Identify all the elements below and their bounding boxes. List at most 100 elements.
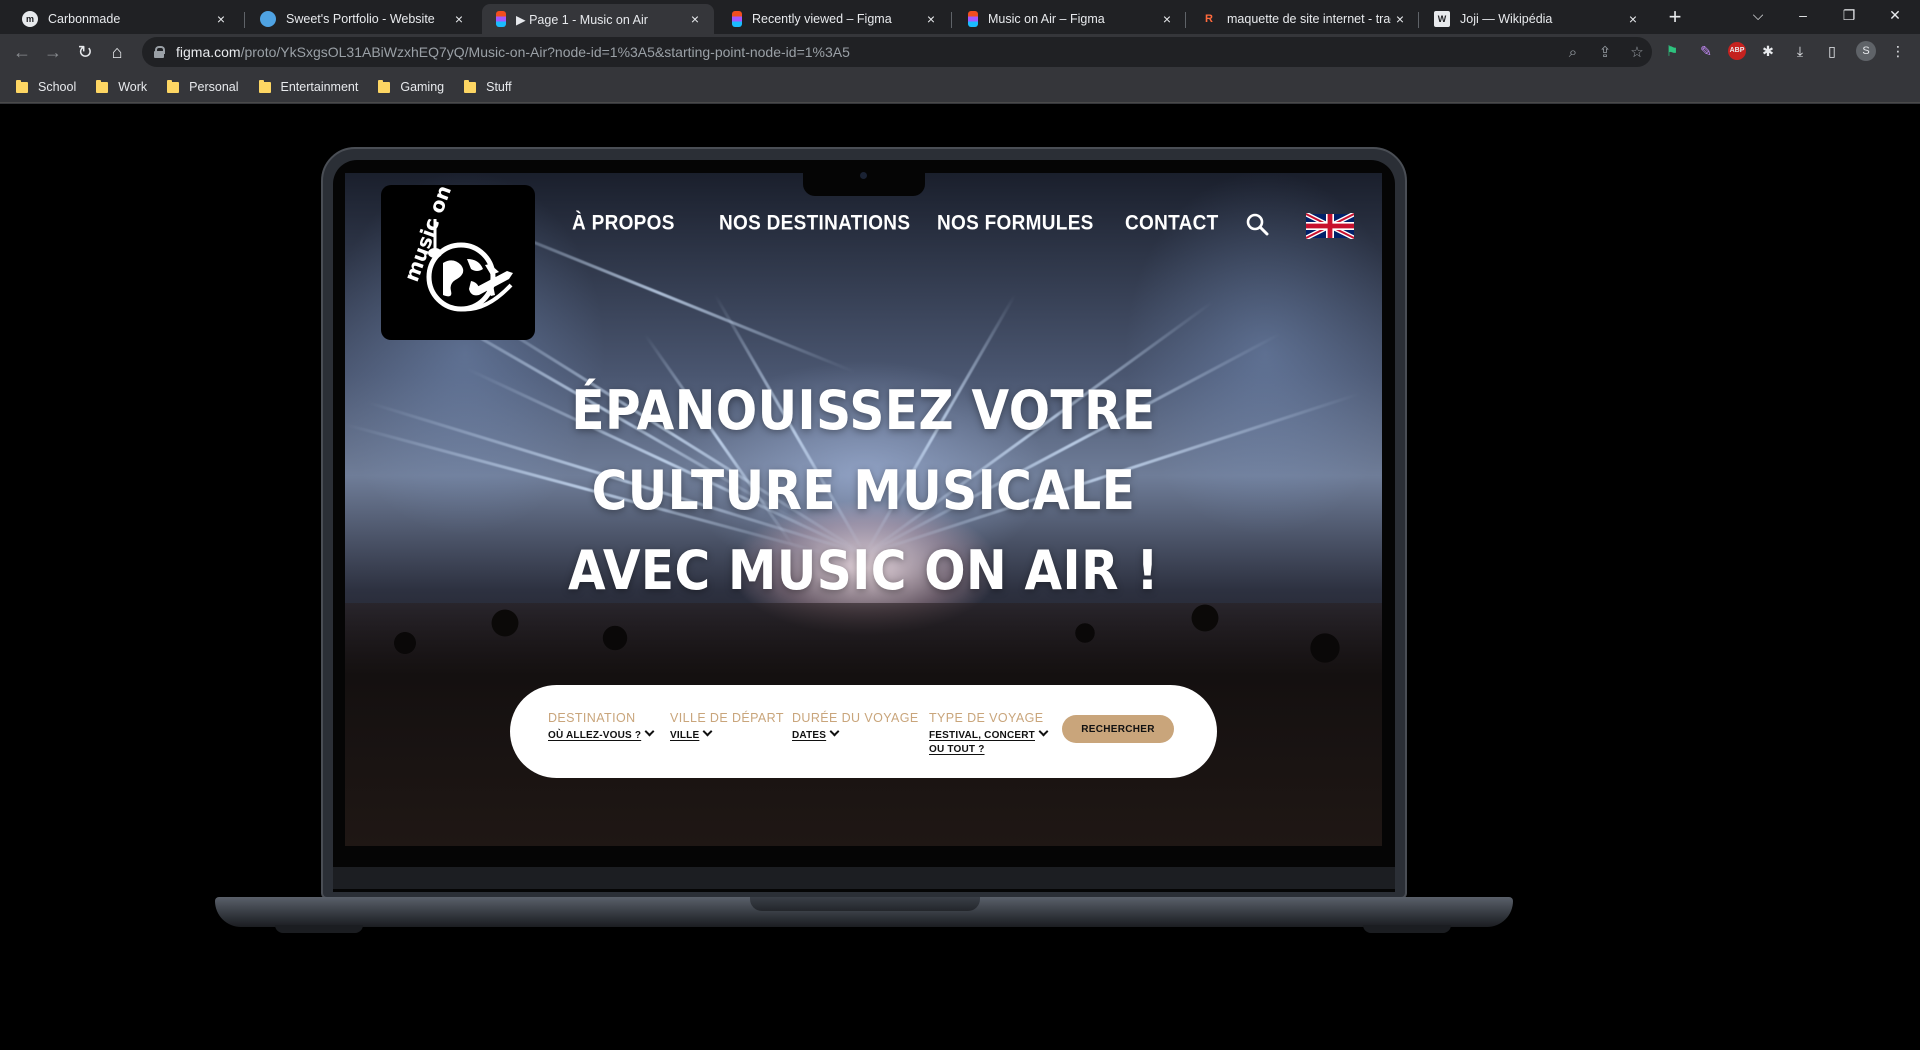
reverso-favicon-icon: R bbox=[1205, 13, 1213, 25]
site-logo[interactable]: music on air bbox=[381, 173, 535, 340]
bookmark-label: Work bbox=[118, 80, 148, 94]
laptop-foot bbox=[1363, 925, 1451, 933]
home-button[interactable]: ⌂ bbox=[103, 38, 131, 66]
tab-page1-music-on-air[interactable]: ▶ Page 1 - Music on Air × bbox=[482, 4, 714, 34]
departure-city-field[interactable]: VILLE DE DÉPART VILLE bbox=[670, 711, 784, 743]
tab-strip: m Carbonmade × Sweet's Portfolio - Websi… bbox=[0, 0, 1920, 34]
figma-favicon-icon bbox=[968, 11, 978, 27]
dates-dropdown[interactable]: DATES bbox=[792, 730, 826, 741]
bookmark-folder-school[interactable]: School bbox=[16, 79, 77, 94]
bookmark-label: Entertainment bbox=[280, 80, 359, 94]
folder-icon bbox=[167, 79, 180, 93]
tab-separator bbox=[951, 12, 952, 28]
chevron-down-icon bbox=[829, 726, 840, 737]
bookmark-star-icon[interactable]: ☆ bbox=[1628, 44, 1646, 62]
hero-line: CULTURE MUSICALE bbox=[591, 459, 1136, 522]
address-bar[interactable]: figma.com/proto/YkSxgsOL31ABiWzxhEQ7yQ/M… bbox=[142, 37, 1652, 67]
wikipedia-favicon-icon: W bbox=[1434, 11, 1450, 27]
back-button[interactable]: ← bbox=[8, 38, 36, 66]
field-value-row: DATES bbox=[792, 726, 919, 743]
tab-recently-viewed-figma[interactable]: Recently viewed – Figma × bbox=[718, 4, 950, 34]
tab-separator bbox=[1185, 12, 1186, 28]
bookmark-folder-work[interactable]: Work bbox=[96, 79, 148, 94]
laptop-opening-notch bbox=[750, 897, 980, 911]
url-path: /proto/YkSxgsOL31ABiWzxhEQ7yQ/Music-on-A… bbox=[240, 44, 850, 60]
tab-joji-wikipedia[interactable]: W Joji — Wikipédia × bbox=[1420, 4, 1652, 34]
bookmark-label: School bbox=[38, 80, 77, 94]
bookmark-label: Stuff bbox=[486, 80, 512, 94]
site-search-icon[interactable] bbox=[1245, 212, 1269, 236]
close-tab-icon[interactable]: × bbox=[1158, 11, 1176, 27]
tab-sweets-portfolio[interactable]: Sweet's Portfolio - Website × bbox=[246, 4, 478, 34]
hero-heading: ÉPANOUISSEZ VOTRE CULTURE MUSICALE AVEC … bbox=[345, 371, 1382, 611]
tab-title: Carbonmade bbox=[48, 12, 121, 26]
close-tab-icon[interactable]: × bbox=[1391, 11, 1409, 27]
bookmark-folder-gaming[interactable]: Gaming bbox=[378, 79, 444, 94]
bookmark-folder-stuff[interactable]: Stuff bbox=[464, 79, 512, 94]
city-dropdown[interactable]: VILLE bbox=[670, 730, 699, 741]
lock-icon bbox=[154, 46, 165, 58]
trip-type-value-line2: OU TOUT ? bbox=[929, 744, 985, 755]
close-tab-icon[interactable]: × bbox=[1624, 11, 1642, 27]
nav-nos-destinations[interactable]: NOS DESTINATIONS bbox=[719, 212, 910, 237]
forward-button[interactable]: → bbox=[39, 38, 67, 66]
close-tab-icon[interactable]: × bbox=[922, 11, 940, 27]
bookmark-folder-entertainment[interactable]: Entertainment bbox=[258, 79, 359, 94]
adblock-extension-icon[interactable]: ABP bbox=[1728, 42, 1746, 60]
chrome-divider bbox=[0, 102, 1920, 103]
extensions-puzzle-icon[interactable]: ✱ bbox=[1758, 41, 1778, 61]
field-label: DESTINATION bbox=[548, 711, 636, 725]
minimize-button[interactable]: – bbox=[1780, 0, 1826, 30]
share-icon[interactable]: ⇪ bbox=[1596, 44, 1614, 62]
destination-dropdown[interactable]: OÙ ALLEZ-VOUS ? bbox=[548, 730, 641, 741]
folder-icon bbox=[464, 79, 477, 93]
folder-icon bbox=[16, 79, 28, 93]
pen-extension-icon[interactable]: ✎ bbox=[1696, 41, 1716, 61]
side-panel-icon[interactable]: ▯ bbox=[1822, 41, 1842, 61]
reload-button[interactable]: ↻ bbox=[71, 38, 99, 66]
tab-maquette-site[interactable]: R maquette de site internet - tradu × bbox=[1187, 4, 1419, 34]
tab-title: Recently viewed – Figma bbox=[752, 12, 892, 26]
chevron-down-icon bbox=[644, 726, 655, 737]
profile-avatar[interactable]: S bbox=[1856, 41, 1876, 61]
more-menu-icon[interactable]: ⋮ bbox=[1888, 41, 1908, 61]
uk-flag-language-icon[interactable] bbox=[1304, 211, 1356, 241]
trip-type-field[interactable]: TYPE DE VOYAGE FESTIVAL, CONCERT OU TOUT… bbox=[929, 711, 1049, 757]
bookmark-folder-personal[interactable]: Personal bbox=[167, 79, 239, 94]
grammarly-extension-icon[interactable]: ⚑ bbox=[1662, 41, 1682, 61]
trip-type-dropdown[interactable]: FESTIVAL, CONCERT bbox=[929, 730, 1035, 741]
tab-search-chevron-icon[interactable]: ⌵ bbox=[1735, 0, 1781, 30]
close-window-button[interactable]: ✕ bbox=[1872, 0, 1918, 30]
tab-separator bbox=[244, 12, 245, 28]
website-screen: music on air À PROPOS NOS DESTINATIONS N… bbox=[345, 173, 1382, 846]
tab-music-on-air-figma[interactable]: Music on Air – Figma × bbox=[954, 4, 1186, 34]
field-value-row: FESTIVAL, CONCERT bbox=[929, 726, 1049, 743]
zoom-icon[interactable]: ⌕ bbox=[1564, 44, 1582, 62]
portfolio-favicon-icon bbox=[260, 11, 276, 27]
trip-duration-field[interactable]: DURÉE DU VOYAGE DATES bbox=[792, 711, 919, 743]
field-label: DURÉE DU VOYAGE bbox=[792, 711, 919, 725]
close-tab-icon[interactable]: × bbox=[450, 11, 468, 27]
folder-icon bbox=[96, 79, 109, 93]
field-label: VILLE DE DÉPART bbox=[670, 711, 784, 725]
close-tab-icon[interactable]: × bbox=[686, 11, 704, 27]
new-tab-button[interactable]: + bbox=[1663, 6, 1687, 30]
destination-field[interactable]: DESTINATION OÙ ALLEZ-VOUS ? bbox=[548, 711, 655, 743]
music-on-air-logo-icon: music on air bbox=[399, 173, 513, 312]
tab-carbonmade[interactable]: m Carbonmade × bbox=[8, 4, 240, 34]
trip-search-bar: DESTINATION OÙ ALLEZ-VOUS ? VILLE DE DÉP… bbox=[510, 685, 1217, 778]
field-value-row: OÙ ALLEZ-VOUS ? bbox=[548, 726, 655, 743]
bookmarks-bar: School Work Personal Entertainment Gamin… bbox=[0, 71, 516, 103]
close-tab-icon[interactable]: × bbox=[212, 11, 230, 27]
field-label: TYPE DE VOYAGE bbox=[929, 711, 1044, 725]
rechercher-button[interactable]: RECHERCHER bbox=[1062, 715, 1174, 743]
laptop-foot bbox=[275, 925, 363, 933]
browser-toolbar: ← → ↻ ⌂ figma.com/proto/YkSxgsOL31ABiWzx… bbox=[0, 34, 1920, 104]
nav-contact[interactable]: CONTACT bbox=[1125, 212, 1219, 237]
download-icon[interactable]: ⤓ bbox=[1790, 41, 1810, 61]
hero-line: ÉPANOUISSEZ VOTRE bbox=[571, 379, 1156, 442]
nav-nos-formules[interactable]: NOS FORMULES bbox=[937, 212, 1094, 237]
restore-button[interactable]: ❐ bbox=[1826, 0, 1872, 30]
nav-a-propos[interactable]: À PROPOS bbox=[572, 212, 675, 237]
tab-title: maquette de site internet - tradu bbox=[1227, 12, 1391, 26]
